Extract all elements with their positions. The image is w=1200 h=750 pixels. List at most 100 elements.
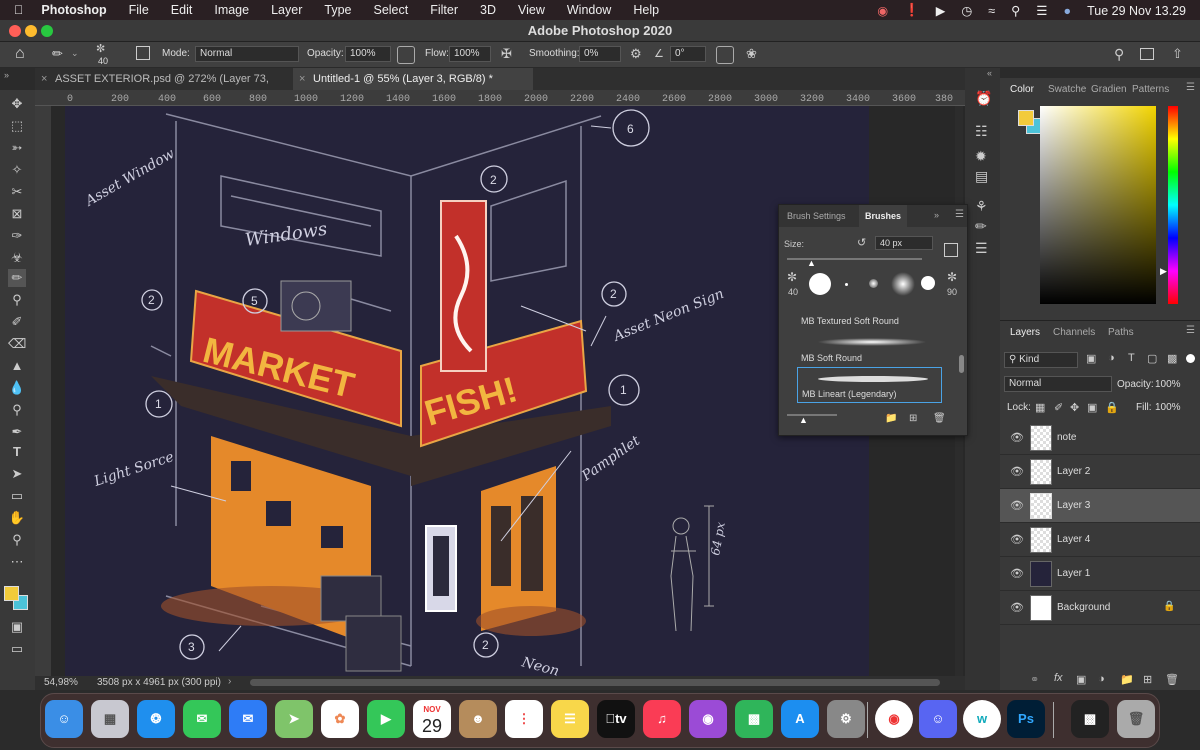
symmetry-icon[interactable]: ❀ (746, 46, 757, 62)
tab-untitled-1[interactable]: × Untitled-1 @ 55% (Layer 3, RGB/8) * (293, 68, 533, 90)
gear-icon[interactable]: ⚙ (630, 46, 642, 62)
brush-tool-icon[interactable]: ✏ (52, 46, 63, 62)
brush-preset-icon[interactable]: ✼ (96, 42, 105, 55)
opacity-input[interactable]: 100% (345, 46, 391, 62)
layer-row-layer-2[interactable]: 👁 Layer 2 (1000, 455, 1200, 489)
size-input[interactable]: 40 px (875, 236, 933, 250)
collapse-panels-icon[interactable]: « (987, 68, 992, 78)
zoom-tool-icon[interactable]: ⚲ (8, 531, 26, 549)
lock-all-icon[interactable]: 🔒 (1105, 401, 1119, 414)
properties-icon[interactable]: ☰ (975, 240, 988, 257)
menu-select[interactable]: Select (373, 3, 408, 17)
libraries-icon[interactable]: ⚘ (975, 198, 988, 215)
filter-shape-icon[interactable]: ▢ (1147, 352, 1157, 365)
dodge-tool-icon[interactable]: ⚲ (8, 401, 26, 419)
numbers-icon[interactable]: ▩ (735, 700, 773, 738)
play-icon[interactable]: ▶ (936, 3, 946, 18)
menu-help[interactable]: Help (633, 3, 659, 17)
angle-icon[interactable]: ∠ (654, 47, 664, 60)
brush-item[interactable]: MB Soft Round (797, 330, 942, 366)
lock-position-icon[interactable]: ✥ (1070, 401, 1079, 414)
downloads-stack-icon[interactable]: ▩ (1071, 700, 1109, 738)
layer-filter-select[interactable]: ⚲ Kind (1004, 352, 1078, 368)
menu-layer[interactable]: Layer (271, 3, 302, 17)
music-icon[interactable]: ♫ (643, 700, 681, 738)
lock-artboard-icon[interactable]: ▣ (1087, 401, 1097, 414)
smoothing-input[interactable]: 0% (579, 46, 621, 62)
chrome-icon[interactable]: ◉ (875, 700, 913, 738)
recent-brush-icon[interactable]: ✼ (787, 270, 797, 284)
preview-size-handle[interactable]: ▲ (799, 415, 808, 425)
brush-icon[interactable]: ✏ (975, 218, 987, 235)
reset-size-icon[interactable]: ↺ (857, 236, 866, 249)
move-tool-icon[interactable]: ✥ (8, 95, 26, 113)
layer-effects-icon[interactable]: fx (1054, 672, 1063, 684)
adjustments-icon[interactable]: ✹ (975, 148, 987, 165)
menu-edit[interactable]: Edit (171, 3, 193, 17)
new-group-icon[interactable]: 📁 (1120, 673, 1134, 686)
system-preferences-icon[interactable]: ⚙ (827, 700, 865, 738)
foreground-color-swatch[interactable] (1018, 110, 1034, 126)
type-tool-icon[interactable]: T (8, 443, 26, 461)
ruler-horizontal[interactable]: 0 200 400 600 800 1000 1200 1400 1600 18… (35, 90, 965, 106)
brush-preset-small[interactable] (845, 283, 848, 286)
menu-filter[interactable]: Filter (430, 3, 458, 17)
lasso-tool-icon[interactable]: ➳ (8, 139, 26, 157)
control-center-icon[interactable]: ☰ (1036, 3, 1047, 18)
tab-layers[interactable]: Layers (1010, 327, 1040, 338)
panel-menu-icon[interactable]: ☰ (1186, 325, 1195, 336)
search-icon[interactable]: ⚲ (1114, 46, 1124, 63)
hue-slider-handle[interactable]: ▶ (1160, 266, 1167, 277)
chevron-right-icon[interactable]: › (228, 676, 231, 687)
photos-icon[interactable]: ✿ (321, 700, 359, 738)
link-layers-icon[interactable]: ⚭ (1030, 673, 1039, 686)
launchpad-icon[interactable]: ▦ (91, 700, 129, 738)
ruler-vertical[interactable] (35, 106, 51, 676)
mode-select[interactable]: Normal (195, 46, 299, 62)
menu-3d[interactable]: 3D (480, 3, 496, 17)
brush-tool-icon[interactable]: ✏ (8, 269, 26, 287)
tab-patterns[interactable]: Patterns (1132, 84, 1169, 95)
screen-mode-icon[interactable]: ▭ (8, 640, 26, 658)
tab-gradients[interactable]: Gradien (1091, 84, 1127, 95)
new-layer-icon[interactable]: ⊞ (1143, 673, 1152, 686)
layer-row-layer-4[interactable]: 👁 Layer 4 (1000, 523, 1200, 557)
new-brush-icon[interactable]: ⊞ (909, 413, 917, 424)
app-store-icon[interactable]: A (781, 700, 819, 738)
blend-mode-select[interactable]: Normal (1004, 376, 1112, 392)
visibility-eye-icon[interactable]: 👁 (1010, 499, 1024, 512)
preview-size-slider[interactable] (787, 414, 837, 416)
tab-channels[interactable]: Channels (1053, 327, 1095, 338)
photoshop-icon[interactable]: Ps (1007, 700, 1045, 738)
more-tools-icon[interactable]: ⋯ (8, 553, 26, 571)
opacity-value[interactable]: 100% (1155, 379, 1181, 390)
chevron-down-icon[interactable]: ⌄ (71, 48, 79, 59)
messages-icon[interactable]: ✉ (183, 700, 221, 738)
workspace-icon[interactable] (1140, 48, 1154, 60)
menu-type[interactable]: Type (324, 3, 351, 17)
visibility-eye-icon[interactable]: 👁 (1010, 567, 1024, 580)
blur-tool-icon[interactable]: 💧 (8, 379, 26, 397)
new-group-icon[interactable]: 📁 (885, 413, 897, 424)
trash-icon[interactable]: 🗑 (1117, 700, 1155, 738)
pressure-size-icon[interactable] (716, 46, 734, 64)
panel-menu-icon[interactable]: ☰ (955, 209, 964, 220)
layer-row-layer-3[interactable]: 👁 Layer 3 (1000, 489, 1200, 523)
hue-slider[interactable] (1168, 106, 1178, 304)
brush-preset-medium[interactable] (921, 276, 935, 290)
minimize-window-button[interactable] (25, 25, 37, 37)
fill-value[interactable]: 100% (1155, 402, 1181, 413)
mail-icon[interactable]: ✉ (229, 700, 267, 738)
maps-icon[interactable]: ➤ (275, 700, 313, 738)
safari-icon[interactable]: ❂ (137, 700, 175, 738)
search-icon[interactable]: ⚲ (1011, 3, 1020, 18)
calendar-icon[interactable]: NOV 29 (413, 700, 451, 738)
histogram-icon[interactable]: ▤ (975, 168, 988, 185)
stamp-tool-icon[interactable]: ⚲ (8, 291, 26, 309)
filter-pixel-icon[interactable]: ▣ (1086, 352, 1096, 365)
close-icon[interactable]: × (299, 68, 305, 90)
layer-row-note[interactable]: 👁 note (1000, 421, 1200, 455)
airbrush-icon[interactable]: ✠ (501, 46, 512, 62)
filter-toggle[interactable] (1186, 354, 1195, 363)
home-icon[interactable]: ⌂ (15, 45, 25, 63)
